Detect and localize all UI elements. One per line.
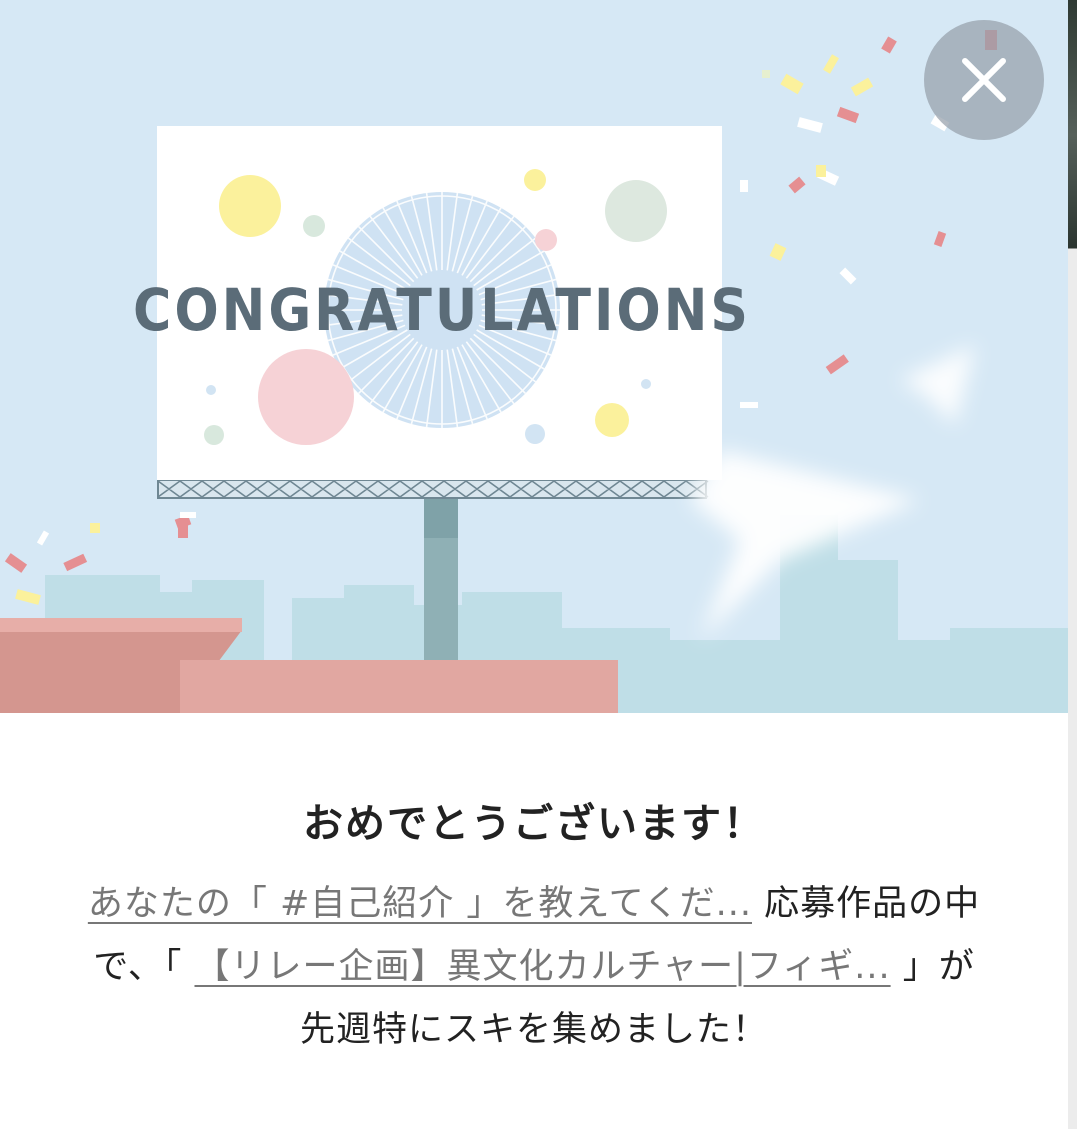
background-page-edge	[1068, 0, 1077, 1129]
modal-message: あなたの「 #自己紹介 」を教えてくだ... 応募作品の中で、「 【リレー企画】…	[86, 873, 982, 1062]
billboard-truss	[157, 479, 709, 499]
article-link[interactable]: 【リレー企画】異文化カルチャー|フィギ...	[194, 947, 890, 987]
close-button[interactable]	[924, 20, 1044, 140]
congratulations-modal: CONGRATULATIONS おめでとうございます！ あなたの「 #自己紹介 …	[0, 0, 1068, 1129]
hashtag-link[interactable]: あなたの「 #自己紹介 」を教えてくだ...	[88, 884, 752, 924]
modal-content: おめでとうございます！ あなたの「 #自己紹介 」を教えてくだ... 応募作品の…	[0, 713, 1068, 1129]
modal-title: おめでとうございます！	[303, 801, 765, 847]
close-icon	[962, 58, 1006, 102]
hero-illustration: CONGRATULATIONS	[0, 0, 1068, 713]
billboard-text: CONGRATULATIONS	[133, 276, 751, 344]
